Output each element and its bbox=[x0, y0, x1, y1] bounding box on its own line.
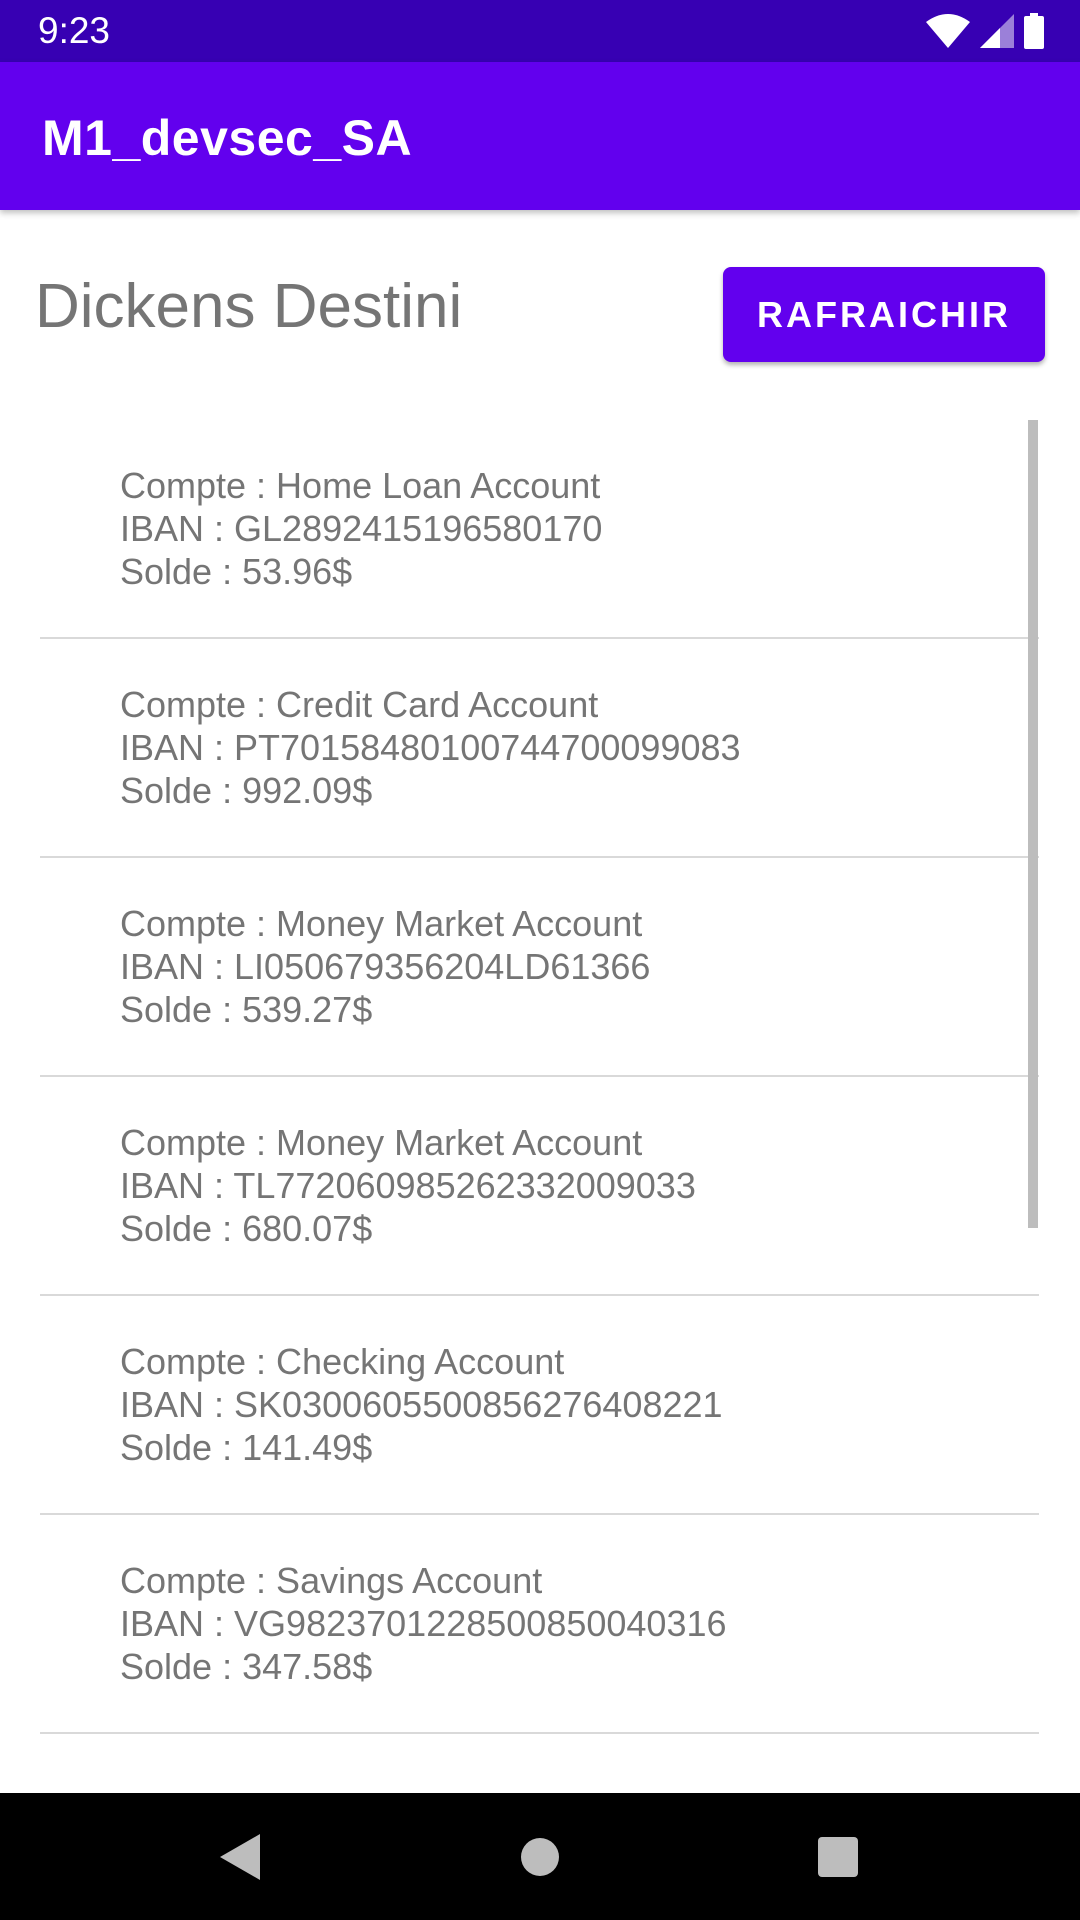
account-iban: IBAN : SK0300605500856276408221 bbox=[120, 1384, 723, 1425]
cell-signal-icon bbox=[980, 14, 1014, 48]
wifi-icon bbox=[926, 14, 970, 48]
account-list[interactable]: Compte : Home Loan Account IBAN : GL2892… bbox=[40, 420, 1039, 1793]
account-balance: Solde : 141.49$ bbox=[120, 1427, 373, 1468]
account-balance: Solde : 992.09$ bbox=[120, 770, 373, 811]
refresh-button[interactable]: RAFRAICHIR bbox=[723, 267, 1045, 362]
account-balance: Solde : 539.27$ bbox=[120, 989, 373, 1030]
list-item[interactable]: Compte : Home Loan Account IBAN : GL2892… bbox=[40, 420, 1039, 639]
account-balance: Solde : 53.96$ bbox=[120, 551, 353, 592]
account-balance: Solde : 680.07$ bbox=[120, 1208, 373, 1249]
account-iban: IBAN : TL772060985262332009033 bbox=[120, 1165, 696, 1206]
account-type: Compte : Money Market Account bbox=[120, 903, 643, 944]
recents-icon[interactable] bbox=[810, 1829, 866, 1885]
status-time: 9:23 bbox=[38, 10, 111, 51]
status-bar: 9:23 bbox=[0, 0, 1080, 62]
account-iban: IBAN : LI050679356204LD61366 bbox=[120, 946, 651, 987]
list-item[interactable]: Compte : Money Market Account IBAN : TL7… bbox=[40, 1077, 1039, 1296]
list-item[interactable]: Compte : Money Market Account IBAN : LI0… bbox=[40, 858, 1039, 1077]
app-bar: M1_devsec_SA bbox=[0, 62, 1080, 210]
status-icons bbox=[926, 12, 1044, 50]
battery-icon bbox=[1024, 13, 1044, 49]
account-type: Compte : Money Market Account bbox=[120, 1122, 643, 1163]
list-item[interactable]: Compte : Credit Card Account IBAN : PT70… bbox=[40, 639, 1039, 858]
user-name: Dickens Destini bbox=[35, 272, 463, 341]
account-type: Compte : Home Loan Account bbox=[120, 465, 601, 506]
account-iban: IBAN : GL2892415196580170 bbox=[120, 508, 603, 549]
account-type: Compte : Credit Card Account bbox=[120, 684, 599, 725]
account-iban: IBAN : VG9823701228500850040316 bbox=[120, 1603, 727, 1644]
account-type: Compte : Checking Account bbox=[120, 1341, 565, 1382]
home-icon[interactable] bbox=[512, 1829, 568, 1885]
scrollbar[interactable] bbox=[1028, 420, 1038, 1228]
list-item[interactable]: Compte : Savings Account IBAN : VG982370… bbox=[40, 1515, 1039, 1734]
list-item[interactable]: Compte : Checking Account IBAN : SK03006… bbox=[40, 1296, 1039, 1515]
account-balance: Solde : 347.58$ bbox=[120, 1646, 373, 1687]
account-type: Compte : Savings Account bbox=[120, 1560, 543, 1601]
account-iban: IBAN : PT70158480100744700099083 bbox=[120, 727, 741, 768]
navigation-bar bbox=[0, 1793, 1080, 1920]
app-title: M1_devsec_SA bbox=[42, 110, 413, 166]
back-icon[interactable] bbox=[212, 1829, 268, 1885]
